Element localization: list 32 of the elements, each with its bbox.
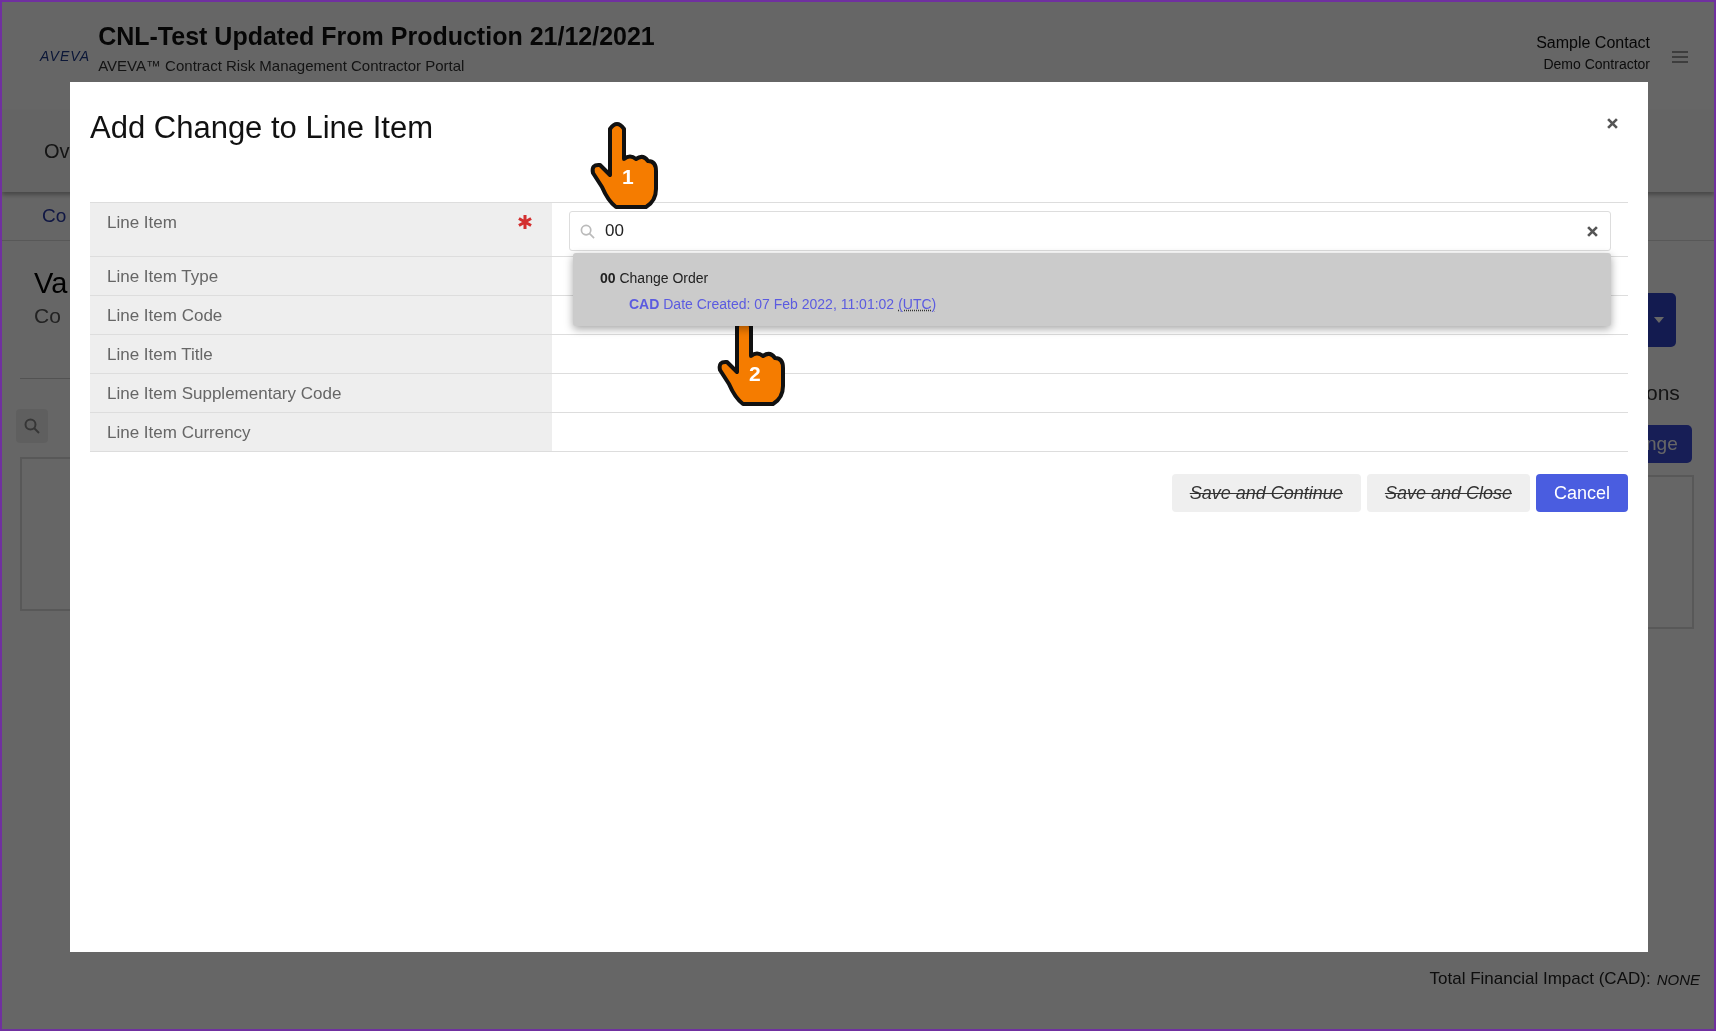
page-subtitle: AVEVA™ Contract Risk Management Contractor Portal	[98, 57, 466, 74]
field-label: Line Item Supplementary Code	[107, 384, 342, 404]
suggestion-item[interactable]: 00 Change Order CAD Date Created: 07 Feb 2022, 11:01:02 (UTC)	[573, 253, 1611, 326]
field-label: Line Item Currency	[107, 423, 251, 443]
page-subheading: Co	[34, 304, 62, 328]
close-icon[interactable]	[1607, 118, 1618, 129]
page-title: CNL-Test Updated From Production 21/12/2021	[98, 22, 656, 51]
logo: AVEVA	[40, 48, 91, 64]
user-name: Sample Contact	[1536, 34, 1650, 52]
search-icon	[24, 418, 40, 434]
step-number: 2	[749, 362, 761, 386]
section-label: ons	[1646, 381, 1681, 405]
pointing-hand-icon	[588, 119, 660, 211]
timezone-abbr: (UTC)	[898, 296, 937, 312]
user-role: Demo Contractor	[1543, 56, 1650, 72]
search-icon	[580, 223, 595, 239]
clear-icon[interactable]	[1587, 225, 1598, 237]
caret-icon	[1654, 317, 1664, 323]
dropdown-button[interactable]	[1646, 293, 1676, 347]
field-label: Line Item	[107, 213, 177, 233]
modal-title: Add Change to Line Item	[90, 110, 433, 146]
total-impact-value: NONE	[1656, 971, 1700, 988]
search-value: 00	[605, 221, 625, 241]
line-item-search-field[interactable]: 00	[569, 211, 1611, 251]
field-label: Line Item Type	[107, 267, 219, 287]
field-label: Line Item Code	[107, 306, 223, 326]
cancel-button[interactable]: Cancel	[1535, 474, 1628, 512]
step-number: 1	[622, 165, 634, 189]
total-impact-label: Total Financial Impact (CAD):	[1429, 969, 1651, 989]
field-label: Line Item Title	[107, 345, 213, 365]
suggestion-date: CAD Date Created: 07 Feb 2022, 11:01:02	[629, 296, 895, 312]
page-heading: Va	[34, 267, 68, 300]
